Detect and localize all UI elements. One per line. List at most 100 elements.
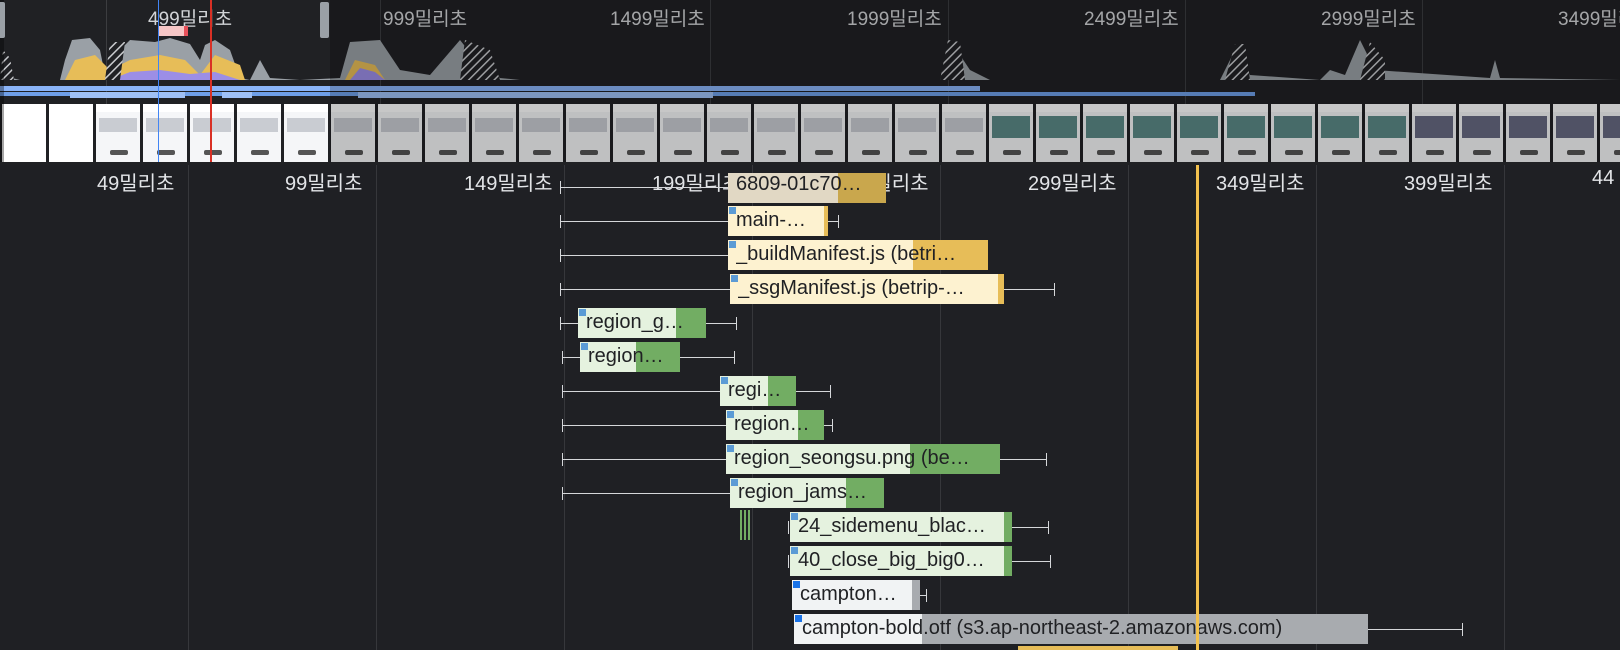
screenshot-frame[interactable] (235, 104, 281, 162)
priority-icon (727, 411, 734, 418)
grid-line (1504, 165, 1505, 650)
whisker-cap (830, 385, 831, 398)
request-label: 24_sidemenu_blac… (798, 515, 986, 537)
grid-line (188, 165, 189, 650)
priority-icon (729, 207, 736, 214)
time-tick: 44 (1592, 167, 1615, 189)
time-tick: 349밀리초 (1216, 173, 1305, 195)
priority-icon (791, 547, 798, 554)
time-tick: 399밀리초 (1404, 173, 1493, 195)
request-tail-whisker (824, 425, 832, 426)
request-bar[interactable]: region_seongsu.png (be… (726, 444, 1000, 474)
request-bar[interactable]: campton-bold.otf (s3.ap-northeast-2.amaz… (794, 614, 1368, 644)
request-tail-whisker (1000, 459, 1046, 460)
request-bar[interactable]: region… (580, 342, 680, 372)
time-tick: 99밀리초 (285, 173, 363, 195)
grid-line (940, 165, 941, 650)
priority-icon (731, 479, 738, 486)
whisker-cap (838, 215, 839, 228)
network-track[interactable]: 49밀리초 99밀리초 149밀리초 199밀리초 249밀리초 299밀리초 … (0, 165, 1620, 650)
timeline-overview[interactable]: 499밀리초 999밀리초 1499밀리초 1999밀리초 2499밀리초 29… (0, 0, 1620, 165)
whisker-cap (560, 215, 561, 228)
whisker-cap (562, 487, 563, 500)
request-bar[interactable]: _ssgManifest.js (betrip-… (730, 274, 1004, 304)
request-tail-whisker (828, 221, 838, 222)
whisker-cap (1462, 623, 1463, 636)
priority-icon (729, 241, 736, 248)
request-bar[interactable]: campton… (792, 580, 920, 610)
activity-stripe (740, 510, 742, 540)
activity-stripe (744, 510, 746, 540)
request-tail-whisker (1368, 629, 1462, 630)
request-wait-whisker (560, 323, 578, 324)
priority-icon (721, 377, 728, 384)
priority-icon (795, 615, 802, 622)
request-label: region… (734, 413, 810, 435)
request-label: region… (588, 345, 664, 367)
whisker-cap (788, 521, 789, 534)
network-bar (70, 92, 185, 98)
activity-stripe (748, 510, 750, 540)
whisker-cap (562, 419, 563, 432)
screenshot-frame[interactable] (47, 104, 93, 162)
screenshot-frame[interactable] (0, 104, 46, 162)
request-label: region_g… (586, 311, 684, 333)
time-tick: 49밀리초 (97, 173, 175, 195)
selection-end-handle[interactable] (320, 2, 329, 38)
whisker-cap (1050, 555, 1051, 568)
whisker-cap (560, 283, 561, 296)
whisker-cap (736, 317, 737, 330)
lcp-marker-line (1196, 165, 1199, 650)
request-label: _buildManifest.js (betri… (736, 243, 957, 265)
time-tick: 149밀리초 (464, 173, 553, 195)
request-bar[interactable]: main-… (728, 206, 828, 236)
grid-line (1128, 165, 1129, 650)
request-wait-whisker (560, 221, 728, 222)
selection-start-handle[interactable] (0, 2, 5, 38)
priority-icon (581, 343, 588, 350)
request-bar[interactable]: regi… (720, 376, 796, 406)
request-bar[interactable]: region_g… (578, 308, 706, 338)
request-bar[interactable]: region… (726, 410, 824, 440)
priority-icon (731, 275, 738, 282)
whisker-cap (560, 249, 561, 262)
request-label: campton-bold.otf (s3.ap-northeast-2.amaz… (802, 617, 1283, 639)
whisker-cap (1054, 283, 1055, 296)
request-bar[interactable]: 6809-01c70… (728, 173, 886, 203)
request-bar[interactable]: region_jams… (730, 478, 884, 508)
request-bar[interactable]: 24_sidemenu_blac… (790, 512, 1012, 542)
selection-shade-right (330, 0, 1620, 162)
grid-line (1316, 165, 1317, 650)
request-wait-whisker (560, 187, 728, 188)
request-wait-whisker (560, 255, 728, 256)
request-wait-whisker (562, 357, 580, 358)
load-marker-line (210, 0, 212, 162)
request-tail-whisker (1012, 527, 1048, 528)
time-tick: 299밀리초 (1028, 173, 1117, 195)
request-tail-whisker (1012, 561, 1050, 562)
priority-icon (791, 513, 798, 520)
whisker-cap (926, 589, 927, 602)
screenshot-frame[interactable] (94, 104, 140, 162)
request-wait-whisker (560, 289, 730, 290)
whisker-cap (1046, 453, 1047, 466)
request-label: region_jams… (738, 481, 867, 503)
whisker-cap (788, 555, 789, 568)
request-label: campton… (800, 583, 897, 605)
priority-icon (793, 581, 800, 588)
whisker-cap (562, 453, 563, 466)
screenshot-frame[interactable] (141, 104, 187, 162)
request-label: main-… (736, 209, 807, 231)
request-tail-whisker (680, 357, 734, 358)
grid-line (376, 165, 377, 650)
request-tail-whisker (706, 323, 736, 324)
screenshot-frame[interactable] (282, 104, 328, 162)
network-bar (222, 92, 252, 98)
grid-line (752, 165, 753, 650)
dcl-marker-line (158, 0, 159, 162)
overview-marker-badge (158, 26, 188, 36)
request-bar[interactable]: _buildManifest.js (betri… (728, 240, 988, 270)
request-bar[interactable]: 40_close_big_big0… (790, 546, 1012, 576)
whisker-cap (832, 419, 833, 432)
whisker-cap (560, 181, 561, 194)
